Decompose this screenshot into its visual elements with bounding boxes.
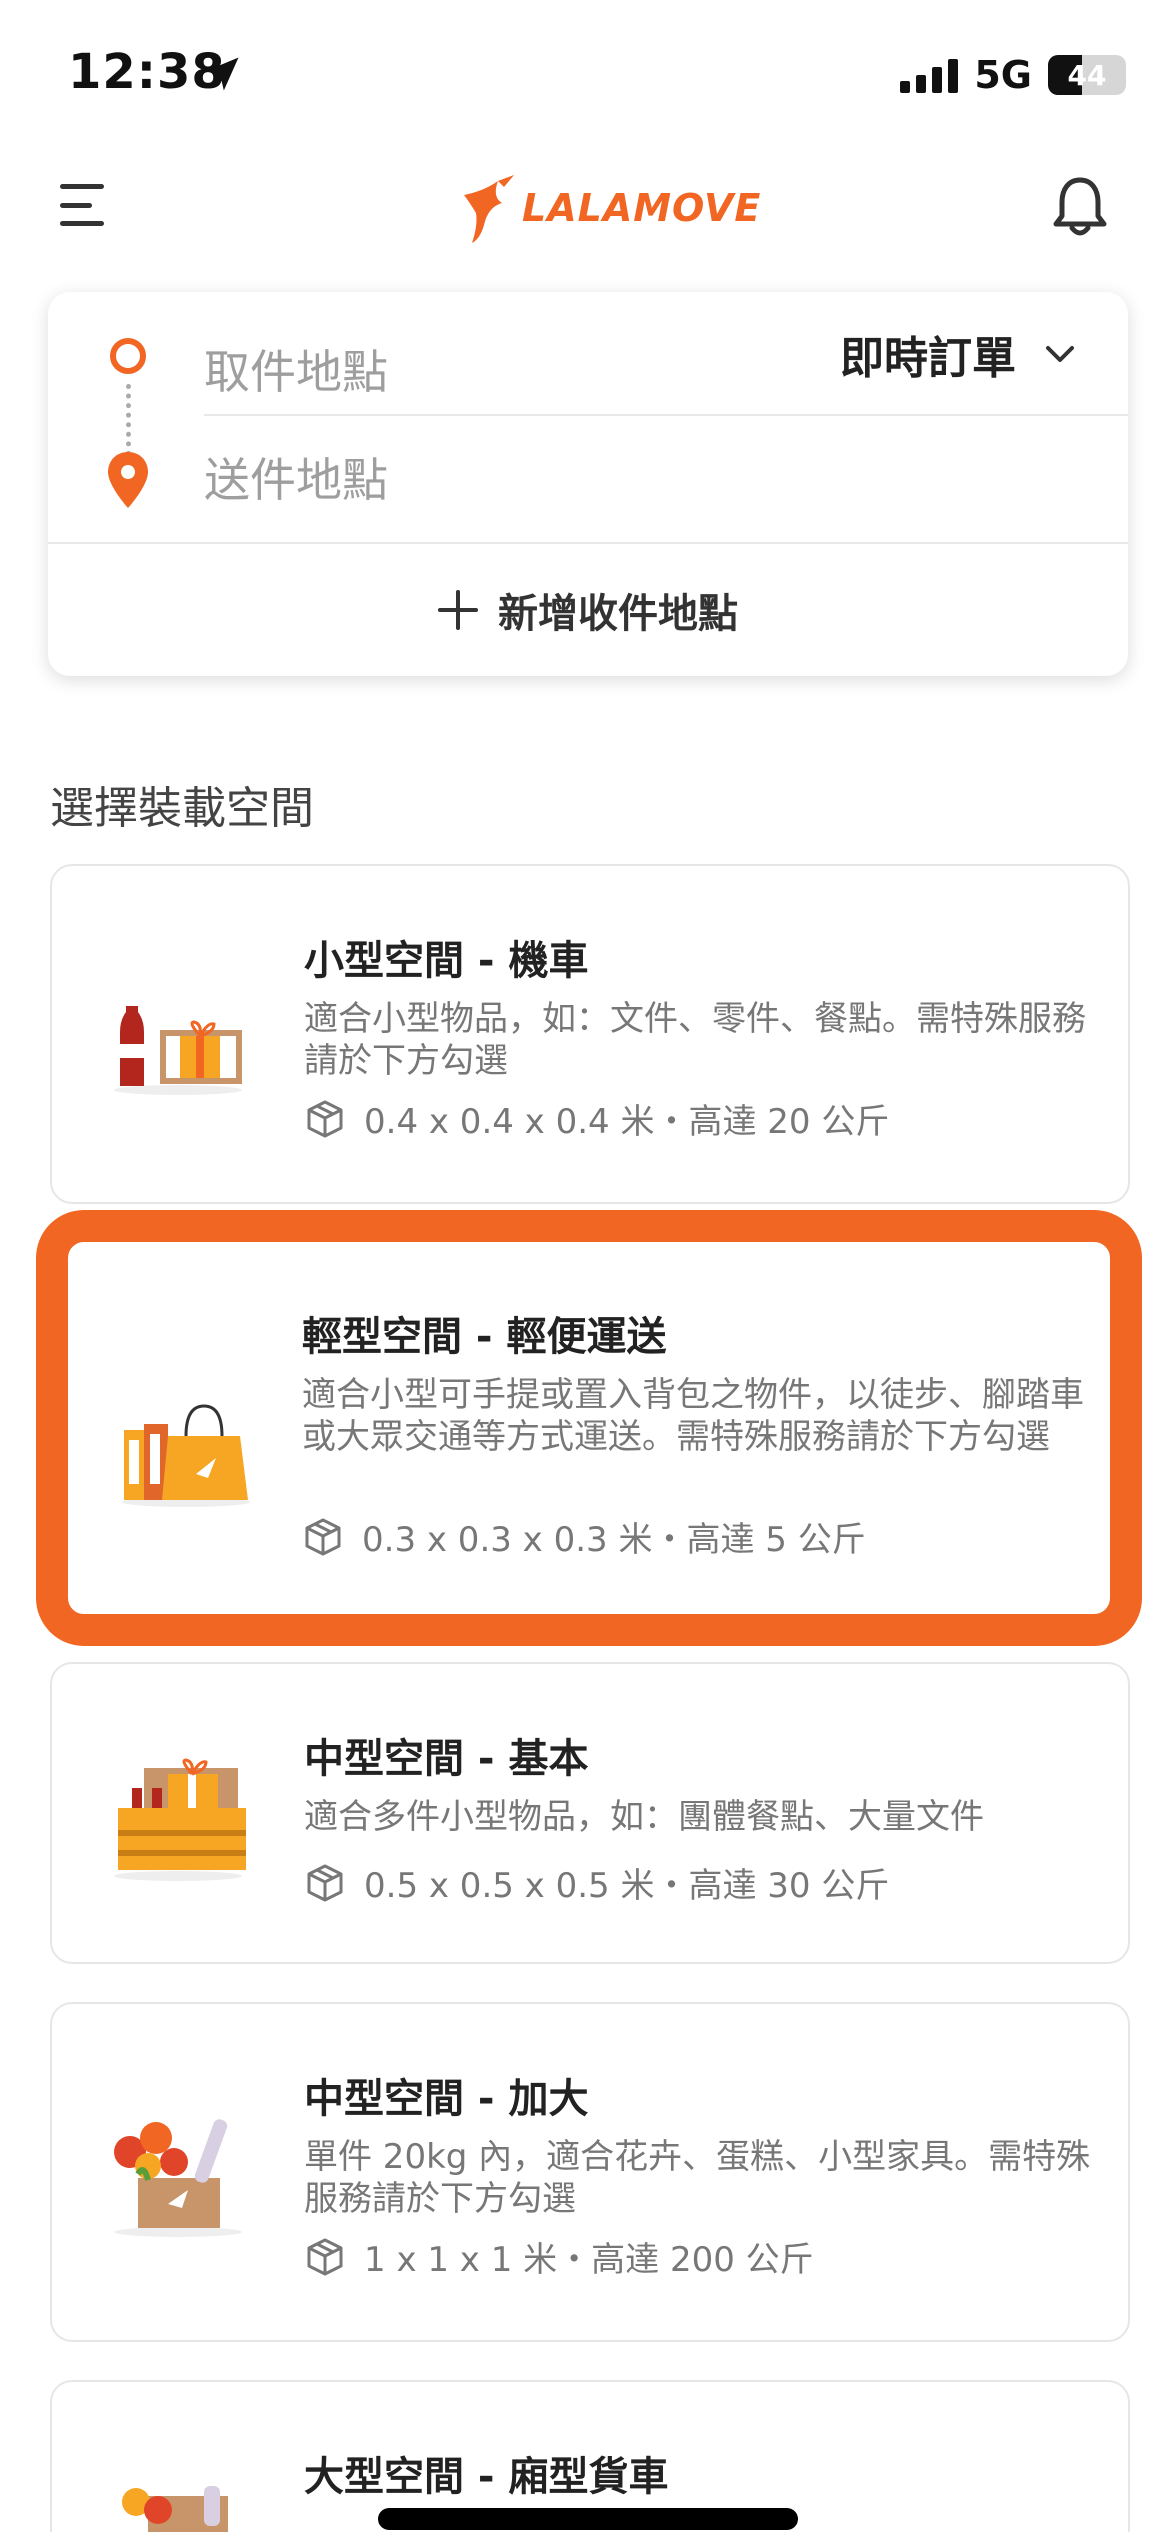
vehicle-spec-text: 0.5 x 0.5 x 0.5 米・高達 30 公斤 xyxy=(364,1866,890,1906)
divider xyxy=(204,414,1128,416)
vehicle-name: 小型空間 - 機車 xyxy=(304,938,589,984)
vehicle-spec: 0.4 x 0.4 x 0.4 米・高達 20 公斤 xyxy=(304,1094,889,1143)
vehicle-description: 適合多件小型物品，如：團體餐點、大量文件 xyxy=(304,1797,984,1837)
chevron-down-icon xyxy=(1046,346,1074,362)
flowers-box-icon xyxy=(114,2119,242,2237)
signal-strength-icon xyxy=(900,57,959,93)
home-indicator[interactable] xyxy=(378,2508,798,2530)
logo-text: LALAMOVE xyxy=(522,186,762,230)
van-cargo-icon xyxy=(122,2486,228,2532)
pickup-dot-icon xyxy=(110,338,146,374)
lalamove-logo: LALAMOVE xyxy=(458,168,761,248)
vehicle-description: 單件 20kg 內，適合花卉、蛋糕、小型家具。需特殊服務請於下方勾選 xyxy=(304,2137,1091,2219)
vehicle-spec-text: 0.4 x 0.4 x 0.4 米・高達 20 公斤 xyxy=(364,1102,890,1142)
box-icon xyxy=(307,2238,343,2275)
battery-icon: 44 xyxy=(1048,55,1126,95)
box-icon xyxy=(307,1100,343,1137)
network-type: 5G xyxy=(974,53,1032,97)
vehicle-name: 大型空間 - 廂型貨車 xyxy=(304,2454,669,2500)
vehicle-spec-text: 0.3 x 0.3 x 0.3 米・高達 5 公斤 xyxy=(362,1520,866,1560)
add-stop-label: 新增收件地點 xyxy=(498,591,738,637)
box-icon xyxy=(305,1518,341,1555)
vehicle-name: 中型空間 - 加大 xyxy=(304,2076,589,2122)
vehicle-card-medium-basic[interactable]: 中型空間 - 基本 適合多件小型物品，如：團體餐點、大量文件 0.5 x 0.5… xyxy=(50,1662,1130,1964)
binder-bag-icon xyxy=(122,1404,250,1507)
vehicle-card-motorcycle[interactable]: 小型空間 - 機車 適合小型物品，如：文件、零件、餐點。需特殊服務請於下方勾選 … xyxy=(50,864,1130,1204)
vehicle-name: 中型空間 - 基本 xyxy=(304,1736,589,1782)
dropoff-pin-icon xyxy=(108,452,148,508)
vehicle-spec-text: 1 x 1 x 1 米・高達 200 公斤 xyxy=(364,2240,814,2280)
battery-percent: 44 xyxy=(1067,58,1107,92)
app-header: LALAMOVE xyxy=(0,150,1170,260)
notification-bell-icon[interactable] xyxy=(1050,174,1110,238)
vehicle-spec: 1 x 1 x 1 米・高達 200 公斤 xyxy=(304,2232,814,2281)
plus-icon xyxy=(438,590,478,630)
cola-gift-icon xyxy=(114,1006,242,1095)
vehicle-description: 適合小型物品，如：文件、零件、餐點。需特殊服務請於下方勾選 xyxy=(304,999,1086,1081)
location-arrow-icon xyxy=(205,57,239,91)
dropoff-address-field[interactable]: 送件地點 xyxy=(204,444,388,510)
route-line xyxy=(126,384,131,456)
lalamove-bird-icon xyxy=(464,175,514,243)
crate-bottles-icon xyxy=(114,1758,246,1881)
pickup-address-field[interactable]: 取件地點 xyxy=(204,336,388,402)
vehicle-spec: 0.3 x 0.3 x 0.3 米・高達 5 公斤 xyxy=(302,1512,866,1561)
section-title: 選擇裝載空間 xyxy=(50,783,314,834)
vehicle-card-light[interactable]: 輕型空間 - 輕便運送 適合小型可手提或置入背包之物件，以徒步、腳踏車或大眾交通… xyxy=(68,1242,1110,1614)
add-stop-button[interactable]: 新增收件地點 xyxy=(48,544,1128,676)
address-card: 取件地點 送件地點 即時訂單 新增收件地點 xyxy=(48,292,1128,676)
box-icon xyxy=(307,1864,343,1901)
menu-icon[interactable] xyxy=(60,180,110,230)
vehicle-name: 輕型空間 - 輕便運送 xyxy=(302,1314,667,1360)
vehicle-card-medium-large[interactable]: 中型空間 - 加大 單件 20kg 內，適合花卉、蛋糕、小型家具。需特殊服務請於… xyxy=(50,2002,1130,2342)
order-type-dropdown[interactable]: 即時訂單 xyxy=(840,322,1076,386)
vehicle-description: 適合小型可手提或置入背包之物件，以徒步、腳踏車或大眾交通等方式運送。需特殊服務請… xyxy=(302,1375,1084,1457)
status-bar: 12:38 5G 44 xyxy=(0,0,1170,150)
vehicle-spec: 0.5 x 0.5 x 0.5 米・高達 30 公斤 xyxy=(304,1858,889,1907)
order-type-label: 即時訂單 xyxy=(840,333,1016,384)
